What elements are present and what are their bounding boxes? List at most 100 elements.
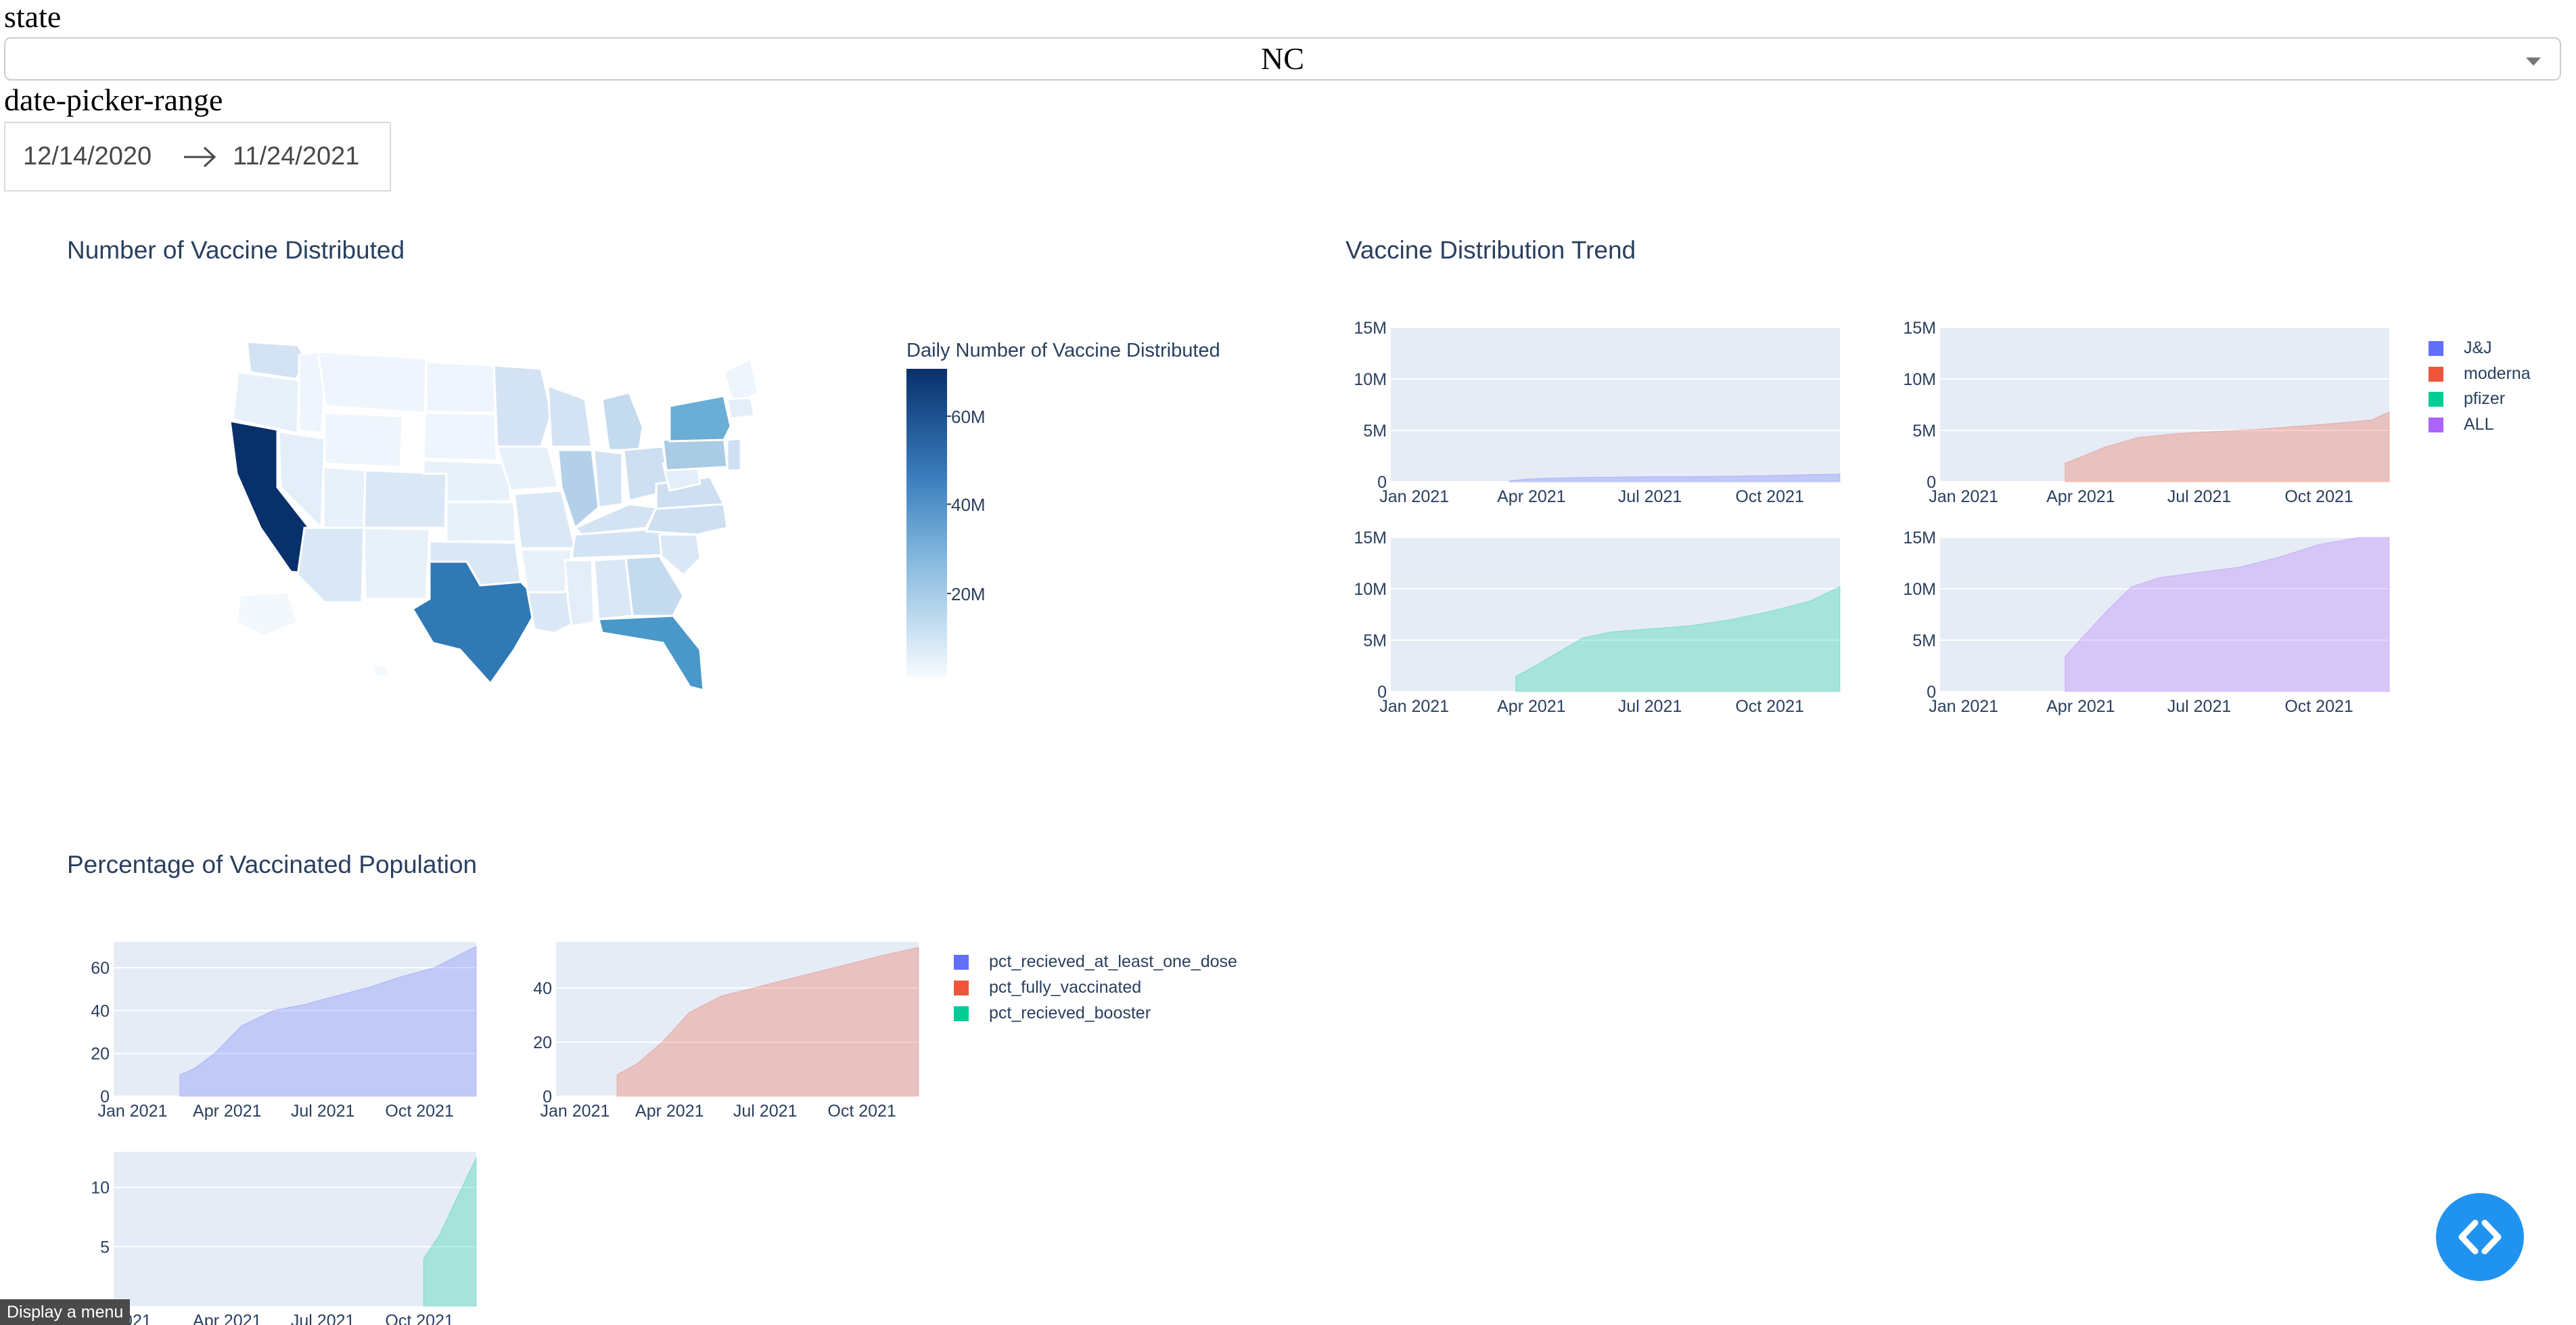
x-tick-label: Jul 2021 bbox=[1618, 697, 1682, 716]
y-tick-label: 5M bbox=[1912, 631, 1936, 650]
legend-swatch bbox=[2429, 418, 2443, 432]
state-new-york bbox=[668, 395, 732, 443]
legend-label: ALL bbox=[2464, 415, 2494, 434]
y-tick-label: 40 bbox=[91, 1002, 110, 1020]
state-indiana bbox=[593, 449, 624, 509]
state-minnesota bbox=[492, 364, 553, 448]
x-tick-label: Apr 2021 bbox=[635, 1102, 704, 1121]
trend-subplots[interactable]: 05M10M15MJan 2021 Apr 2021 Jul 2021 Oct 202… bbox=[1346, 311, 2442, 724]
legend-label: pfizer bbox=[2464, 389, 2506, 408]
state-mississippi bbox=[564, 559, 595, 627]
y-tick-label: 10 bbox=[91, 1179, 110, 1198]
x-tick-label: Jan 2021 bbox=[1929, 487, 1998, 506]
date-range-picker[interactable]: 12/14/2020 11/24/2021 bbox=[4, 122, 391, 192]
state-wisconsin bbox=[547, 384, 593, 448]
x-tick-label: Apr 2021 bbox=[1497, 697, 1565, 716]
state-hawaii bbox=[370, 661, 391, 678]
legend-swatch bbox=[954, 981, 969, 995]
state-north-dakota bbox=[425, 361, 497, 414]
state-new-jersey bbox=[726, 437, 742, 472]
state-montana bbox=[317, 351, 428, 414]
x-tick-label: Apr 2021 bbox=[193, 1311, 261, 1325]
state-wyoming bbox=[323, 411, 404, 468]
x-tick-label: Oct 2021 bbox=[1735, 487, 1803, 506]
colorbar-tick: 40M bbox=[951, 495, 986, 515]
state-alaska bbox=[235, 591, 299, 637]
y-tick-label: 40 bbox=[533, 979, 552, 998]
y-tick-label: 15M bbox=[1903, 319, 1936, 338]
end-date-input[interactable]: 11/24/2021 bbox=[233, 123, 359, 190]
state-texas bbox=[411, 560, 543, 686]
state-dropdown[interactable]: NC bbox=[4, 37, 2561, 81]
colorbar-title: Daily Number of Vaccine Distributed bbox=[906, 340, 1220, 361]
x-tick-label: Jan 2021 bbox=[1379, 487, 1449, 506]
legend-label: moderna bbox=[2464, 364, 2531, 383]
trend-title: Vaccine Distribution Trend bbox=[1346, 236, 1636, 264]
y-tick-label: 15M bbox=[1903, 529, 1936, 547]
dev-tools-button[interactable] bbox=[2436, 1193, 2524, 1281]
date-picker-label: date-picker-range bbox=[4, 83, 223, 117]
legend-swatch bbox=[954, 955, 969, 970]
state-massachusetts bbox=[726, 397, 756, 420]
colorbar-tick: 60M bbox=[951, 407, 986, 427]
plot-background bbox=[1391, 328, 1840, 482]
x-tick-label: Oct 2021 bbox=[2284, 487, 2353, 506]
x-tick-label: Oct 2021 bbox=[385, 1102, 453, 1121]
subplot-trend-moderna: 05M10M15MJan 2021 Apr 2021 Jul 2021 Oct 202… bbox=[1903, 319, 2390, 506]
pct-subplots[interactable]: 0204060Jan 2021 Apr 2021 Jul 2021 Oct 20210… bbox=[61, 927, 954, 1325]
state-kansas bbox=[445, 501, 517, 543]
map-title: Number of Vaccine Distributed bbox=[67, 236, 405, 264]
legend-label: J&J bbox=[2464, 338, 2492, 357]
state-south-dakota bbox=[422, 411, 498, 462]
legend-label: pct_recieved_booster bbox=[989, 1004, 1151, 1023]
state-utah bbox=[322, 466, 367, 529]
legend-swatch bbox=[2429, 367, 2443, 382]
arrow-right-icon bbox=[184, 146, 216, 168]
chevron-down-icon[interactable] bbox=[2526, 58, 2541, 66]
x-tick-label: Oct 2021 bbox=[2284, 697, 2353, 716]
state-colorado bbox=[363, 469, 448, 529]
x-tick-label: Jan 2021 bbox=[540, 1102, 610, 1121]
x-tick-label: Jul 2021 bbox=[2167, 697, 2232, 716]
state-arkansas bbox=[520, 548, 573, 593]
subplot-pct-booster: 5102021 Apr 2021 Jul 2021 Oct 2021 bbox=[91, 1152, 477, 1325]
x-tick-label: Jul 2021 bbox=[2167, 487, 2232, 506]
legend-swatch bbox=[2429, 341, 2443, 356]
legend-swatch bbox=[2429, 392, 2443, 407]
subplot-trend-pfizer: 05M10M15MJan 2021 Apr 2021 Jul 2021 Oct 202… bbox=[1354, 529, 1841, 716]
y-tick-label: 5M bbox=[1912, 422, 1936, 441]
x-tick-label: Jan 2021 bbox=[1929, 697, 1998, 716]
state-label: state bbox=[4, 0, 62, 34]
x-tick-label: Apr 2021 bbox=[2046, 697, 2115, 716]
y-tick-label: 10M bbox=[1354, 370, 1387, 389]
state-arizona bbox=[296, 526, 365, 604]
state-florida bbox=[597, 614, 705, 690]
y-tick-label: 5M bbox=[1363, 422, 1387, 441]
colorbar: 60M 40M 20M bbox=[906, 369, 986, 677]
state-washington bbox=[246, 340, 307, 380]
x-tick-label: Jul 2021 bbox=[733, 1102, 798, 1121]
x-tick-label: Jan 2021 bbox=[98, 1102, 168, 1121]
y-tick-label: 10M bbox=[1903, 370, 1936, 389]
start-date-input[interactable]: 12/14/2020 bbox=[23, 123, 152, 190]
x-tick-label: Apr 2021 bbox=[1497, 487, 1565, 506]
subplot-trend-all: 05M10M15MJan 2021 Apr 2021 Jul 2021 Oct 202… bbox=[1903, 529, 2390, 716]
x-tick-label: Apr 2021 bbox=[2046, 487, 2115, 506]
y-tick-label: 10M bbox=[1354, 580, 1387, 599]
y-tick-label: 15M bbox=[1354, 529, 1387, 547]
state-dropdown-value: NC bbox=[1261, 41, 1304, 76]
y-tick-label: 5M bbox=[1363, 631, 1387, 650]
subplot-pct-one-dose: 0204060Jan 2021 Apr 2021 Jul 2021 Oct 2021 bbox=[91, 942, 477, 1121]
display-menu-tooltip[interactable]: Display a menu bbox=[0, 1299, 131, 1325]
legend-swatch bbox=[954, 1006, 969, 1021]
us-choropleth-map[interactable] bbox=[223, 332, 778, 690]
legend-label: pct_recieved_at_least_one_dose bbox=[989, 952, 1237, 971]
x-tick-label: Oct 2021 bbox=[827, 1102, 896, 1121]
legend-label: pct_fully_vaccinated bbox=[989, 978, 1142, 997]
x-tick-label: Jul 2021 bbox=[1618, 487, 1682, 506]
pct-title: Percentage of Vaccinated Population bbox=[67, 851, 478, 878]
x-tick-label: Jul 2021 bbox=[291, 1102, 355, 1121]
state-new-mexico bbox=[363, 526, 431, 600]
y-tick-label: 20 bbox=[533, 1033, 552, 1052]
subplot-pct-fully: 02040Jan 2021 Apr 2021 Jul 2021 Oct 2021 bbox=[533, 942, 919, 1121]
